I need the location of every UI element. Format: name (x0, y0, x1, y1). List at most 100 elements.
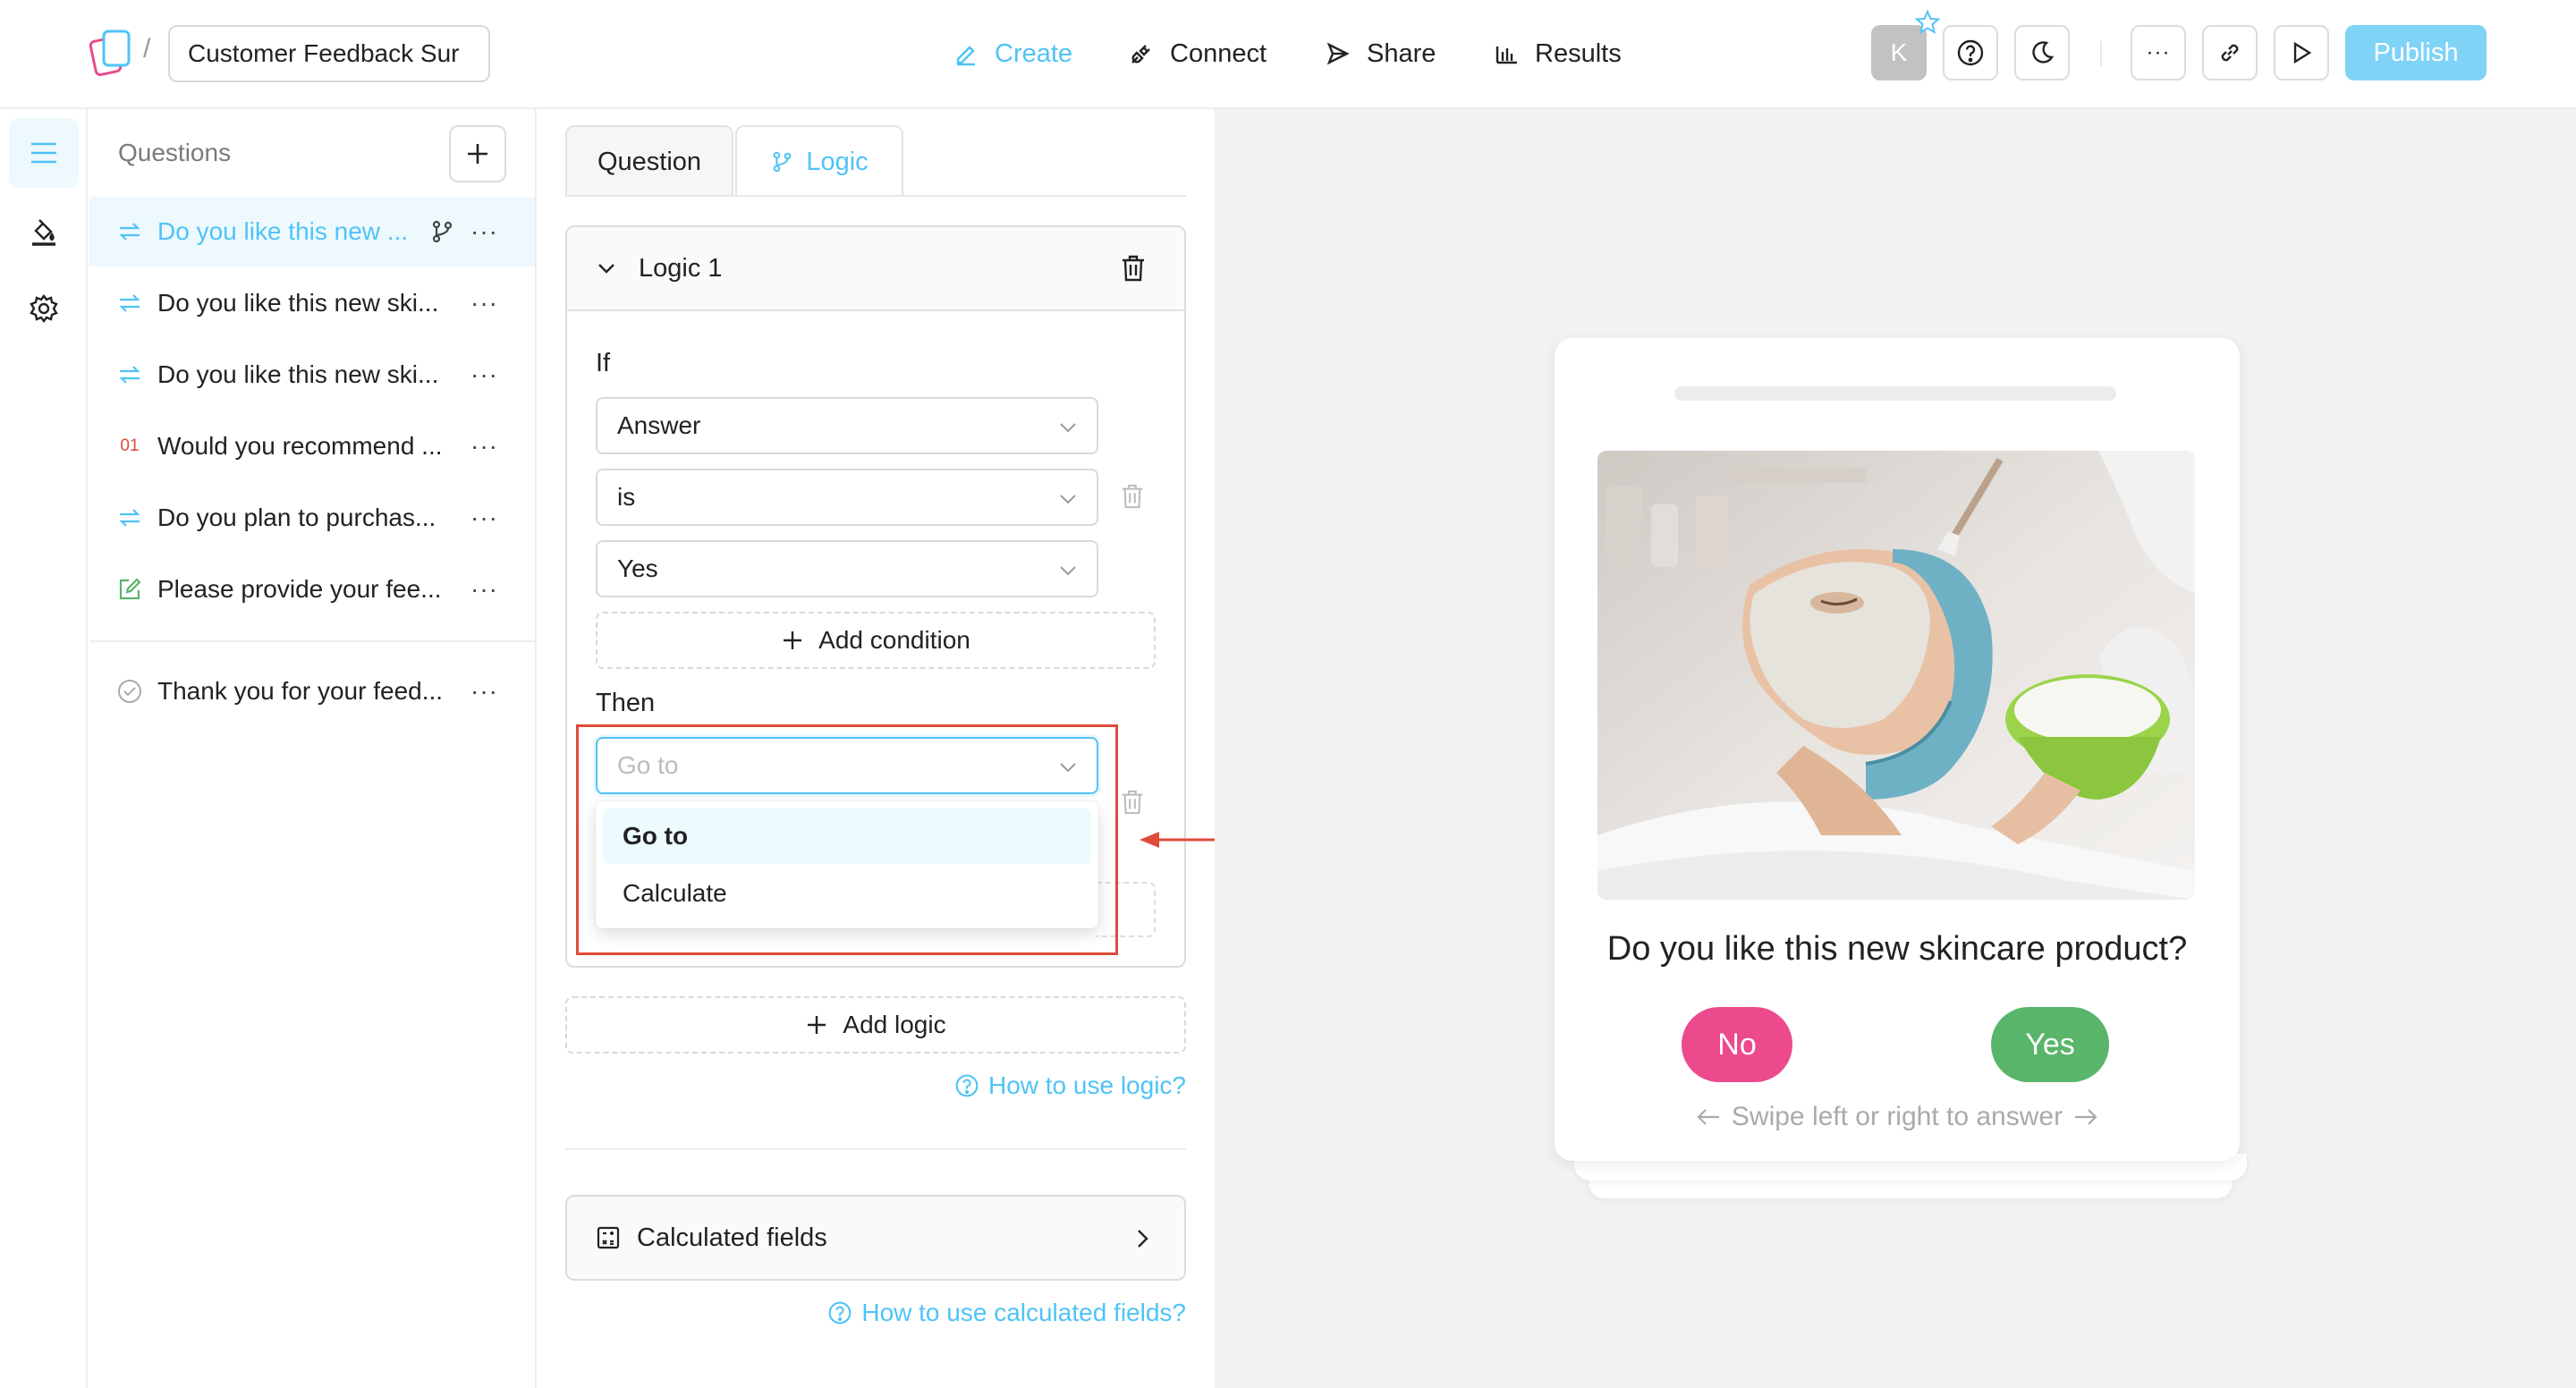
question-item[interactable]: Do you like this new ski... ··· (89, 340, 535, 410)
nav-connect[interactable]: Connect (1129, 32, 1267, 75)
add-logic-button[interactable]: Add logic (565, 996, 1186, 1054)
condition-operator-select[interactable]: is (596, 469, 1098, 526)
question-more-button[interactable]: ··· (470, 289, 498, 317)
question-more-button[interactable]: ··· (470, 575, 498, 604)
question-more-button[interactable]: ··· (470, 432, 498, 461)
question-more-button[interactable]: ··· (470, 504, 498, 532)
nav-connect-label: Connect (1170, 38, 1267, 68)
question-label: Please provide your fee... (157, 575, 442, 603)
panel-divider (565, 1148, 1186, 1150)
trash-icon[interactable] (1120, 789, 1145, 816)
check-circle-icon (116, 678, 143, 705)
help-calculated-fields-link[interactable]: How to use calculated fields? (805, 1299, 1186, 1327)
chevron-down-icon (1057, 560, 1079, 581)
rail-settings-button[interactable] (9, 274, 79, 343)
question-item[interactable]: 01 Would you recommend ... ··· (89, 411, 535, 481)
logic-title: Logic 1 (639, 254, 723, 283)
question-circle-icon (1956, 38, 1985, 67)
condition-field-select[interactable]: Answer (596, 397, 1098, 454)
preview-question-text: Do you like this new skincare product? (1606, 930, 2188, 968)
swap-icon (116, 361, 143, 388)
question-label: Do you like this new ski... (157, 289, 439, 317)
help-logic-link[interactable]: How to use logic? (948, 1071, 1186, 1100)
progress-bar (1674, 386, 2116, 401)
copy-link-button[interactable] (2202, 25, 2258, 80)
nav-share-label: Share (1367, 38, 1436, 68)
arrow-right-icon (2073, 1106, 2098, 1128)
toolbar-divider (2100, 41, 2102, 66)
condition-value: Yes (617, 554, 658, 582)
question-circle-icon (827, 1300, 852, 1325)
help-logic-label: How to use logic? (987, 1071, 1186, 1099)
tab-underline (565, 195, 1186, 197)
rail-questions-button[interactable] (9, 118, 79, 188)
menu-icon (29, 140, 59, 166)
answer-no-button[interactable]: No (1682, 1007, 1792, 1082)
plus-icon (805, 1013, 828, 1037)
answer-yes-button[interactable]: Yes (1991, 1007, 2109, 1082)
tab-question[interactable]: Question (565, 125, 733, 197)
plus-icon (781, 629, 804, 652)
swap-icon (116, 218, 143, 245)
ending-item[interactable]: Thank you for your feed... ··· (89, 656, 535, 726)
question-label: Would you recommend ... (157, 432, 443, 460)
help-calculated-fields-label: How to use calculated fields? (861, 1299, 1186, 1326)
tab-logic[interactable]: Logic (735, 125, 903, 197)
nav-results[interactable]: Results (1494, 32, 1622, 75)
if-label: If (596, 349, 611, 377)
swipe-hint: Swipe left or right to answer (1555, 1102, 2240, 1132)
nav-create[interactable]: Create (953, 32, 1072, 75)
nav-share[interactable]: Share (1326, 32, 1436, 75)
more-options-button[interactable]: ··· (2131, 25, 2186, 80)
ending-label: Thank you for your feed... (157, 677, 444, 705)
play-icon (2289, 40, 2314, 65)
gear-icon (29, 293, 59, 324)
question-item[interactable]: Do you plan to purchas... ··· (89, 483, 535, 553)
condition-operator-value: is (617, 483, 636, 511)
calculated-fields-button[interactable]: Calculated fields (565, 1195, 1186, 1281)
condition-field-value: Answer (617, 411, 701, 439)
questions-header: Questions (118, 139, 232, 166)
survey-title-input[interactable]: Customer Feedback Sur (168, 25, 490, 82)
question-more-button[interactable]: ··· (470, 217, 498, 246)
add-condition-button[interactable]: Add condition (596, 612, 1156, 669)
paint-bucket-icon (29, 216, 59, 247)
edit-icon (116, 576, 143, 603)
send-icon (1326, 41, 1351, 66)
number-icon: 01 (120, 436, 140, 455)
trash-icon[interactable] (1120, 483, 1145, 510)
questions-divider (89, 640, 535, 642)
question-label: Do you like this new ... (157, 217, 409, 245)
pencil-icon (953, 41, 979, 66)
dark-mode-toggle[interactable] (2014, 25, 2070, 80)
publish-button[interactable]: Publish (2345, 25, 2487, 80)
more-icon: ··· (2146, 40, 2171, 64)
app-logo-icon[interactable] (89, 29, 134, 77)
moon-icon (2029, 39, 2055, 66)
condition-value-select[interactable]: Yes (596, 540, 1098, 597)
link-icon (2216, 39, 2243, 66)
question-circle-icon (954, 1073, 979, 1098)
bar-chart-icon (1494, 41, 1519, 66)
help-button[interactable] (1943, 25, 1998, 80)
question-more-button[interactable]: ··· (470, 360, 498, 389)
nav-results-label: Results (1535, 38, 1622, 68)
preview-play-button[interactable] (2274, 25, 2329, 80)
question-item[interactable]: Do you like this new ski... ··· (89, 268, 535, 338)
add-condition-label: Add condition (818, 626, 970, 654)
arrow-left-icon (1696, 1106, 1721, 1128)
tab-logic-label: Logic (806, 147, 869, 176)
chevron-down-icon (1057, 488, 1079, 510)
question-item[interactable]: Do you like this new ... ··· (89, 197, 535, 267)
calculated-fields-label: Calculated fields (637, 1223, 827, 1252)
chevron-down-icon[interactable] (594, 256, 619, 281)
annotation-highlight-box (576, 724, 1118, 955)
ending-more-button[interactable]: ··· (470, 677, 498, 706)
question-label: Do you like this new ski... (157, 360, 439, 388)
calculator-icon (596, 1225, 621, 1250)
nav-create-label: Create (995, 38, 1073, 68)
add-question-button[interactable] (449, 125, 506, 182)
question-item[interactable]: Please provide your fee... ··· (89, 554, 535, 624)
trash-icon[interactable] (1120, 254, 1147, 283)
rail-design-button[interactable] (9, 197, 79, 267)
